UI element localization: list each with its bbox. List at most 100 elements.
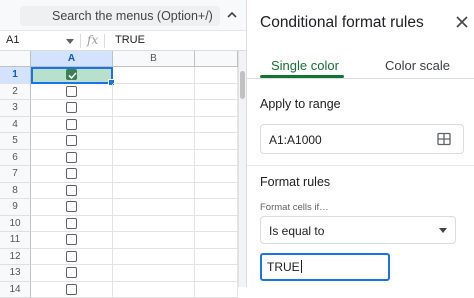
cell-a[interactable] [31,117,113,134]
dropdown-arrow-icon[interactable] [66,39,74,44]
select-all-corner[interactable] [0,51,31,67]
cell-b[interactable] [113,84,195,101]
cell-b[interactable] [113,133,195,150]
cell-c[interactable] [195,117,238,134]
sheet-grid: A B 1234567891011121314 [0,51,238,287]
checkbox[interactable] [66,284,77,295]
close-icon[interactable] [455,15,469,29]
row-header[interactable]: 5 [0,133,31,150]
condition-select[interactable]: Is equal to [260,216,456,244]
cell-a[interactable] [31,100,113,117]
condition-value: TRUE [267,260,300,274]
condition-value-input[interactable]: TRUE [260,253,390,281]
cell-a[interactable] [31,199,113,216]
column-header-b[interactable]: B [113,51,195,67]
checkbox[interactable] [66,102,77,113]
row-header[interactable]: 11 [0,232,31,249]
checkbox[interactable] [66,251,77,262]
cell-a[interactable] [31,216,113,233]
checkbox[interactable] [66,267,77,278]
conditional-format-panel: Conditional format rules Single color Co… [246,0,474,287]
tab-color-scale[interactable]: Color scale [385,58,450,73]
name-box[interactable]: A1 [6,34,19,46]
table-row: 11 [0,232,238,249]
range-input[interactable]: A1:A1000 [260,124,464,154]
row-header[interactable]: 13 [0,265,31,282]
table-row: 14 [0,282,238,298]
cell-a[interactable] [31,282,113,298]
cell-b[interactable] [113,166,195,183]
menu-bar: Search the menus (Option+/) [0,0,246,30]
cell-b[interactable] [113,117,195,134]
column-header-a[interactable]: A [31,51,113,67]
cell-b[interactable] [113,232,195,249]
row-header[interactable]: 6 [0,150,31,167]
cell-c[interactable] [195,150,238,167]
tab-single-color[interactable]: Single color [271,58,339,73]
chevron-up-icon[interactable] [226,9,238,21]
cell-c[interactable] [195,282,238,298]
checkbox[interactable] [66,218,77,229]
checkbox-checked[interactable] [66,69,77,80]
cell-a[interactable] [31,232,113,249]
menu-search-box[interactable]: Search the menus (Option+/) [20,6,220,26]
row-header[interactable]: 14 [0,282,31,298]
cell-b[interactable] [113,282,195,298]
checkbox[interactable] [66,201,77,212]
cell-b[interactable] [113,265,195,282]
checkbox[interactable] [66,234,77,245]
apply-to-range-label: Apply to range [260,97,341,111]
checkbox[interactable] [66,168,77,179]
dropdown-arrow-icon[interactable] [439,228,447,233]
cell-b[interactable] [113,216,195,233]
checkbox[interactable] [66,86,77,97]
column-header-c[interactable] [195,51,238,67]
row-header[interactable]: 4 [0,117,31,134]
table-row: 10 [0,216,238,233]
cell-c[interactable] [195,216,238,233]
row-header[interactable]: 2 [0,84,31,101]
cell-b[interactable] [113,67,195,84]
cell-c[interactable] [195,265,238,282]
cell-b[interactable] [113,150,195,167]
row-header[interactable]: 7 [0,166,31,183]
vertical-scrollbar[interactable] [238,51,246,287]
cell-c[interactable] [195,166,238,183]
cell-c[interactable] [195,249,238,266]
cell-b[interactable] [113,249,195,266]
cell-b[interactable] [113,100,195,117]
cell-c[interactable] [195,100,238,117]
cell-a[interactable] [31,150,113,167]
cell-c[interactable] [195,84,238,101]
grid-icon[interactable] [437,132,451,146]
cell-c[interactable] [195,183,238,200]
row-header[interactable]: 12 [0,249,31,266]
checkbox[interactable] [66,135,77,146]
range-value: A1:A1000 [269,133,322,147]
cell-a[interactable] [31,265,113,282]
cell-c[interactable] [195,133,238,150]
cell-a[interactable] [31,249,113,266]
cell-b[interactable] [113,183,195,200]
checkbox[interactable] [66,185,77,196]
table-row: 4 [0,117,238,134]
cell-b[interactable] [113,199,195,216]
cell-a[interactable] [31,166,113,183]
checkbox[interactable] [66,152,77,163]
cell-a[interactable] [31,67,113,84]
divider [80,34,81,48]
formula-input[interactable]: TRUE [115,34,145,46]
cell-a[interactable] [31,133,113,150]
cell-c[interactable] [195,232,238,249]
cell-c[interactable] [195,199,238,216]
scrollbar-thumb[interactable] [240,71,245,99]
cell-a[interactable] [31,84,113,101]
row-header[interactable]: 10 [0,216,31,233]
row-header[interactable]: 9 [0,199,31,216]
row-header[interactable]: 1 [0,67,31,84]
row-header[interactable]: 3 [0,100,31,117]
checkbox[interactable] [66,119,77,130]
cell-c[interactable] [195,67,238,84]
row-header[interactable]: 8 [0,183,31,200]
cell-a[interactable] [31,183,113,200]
